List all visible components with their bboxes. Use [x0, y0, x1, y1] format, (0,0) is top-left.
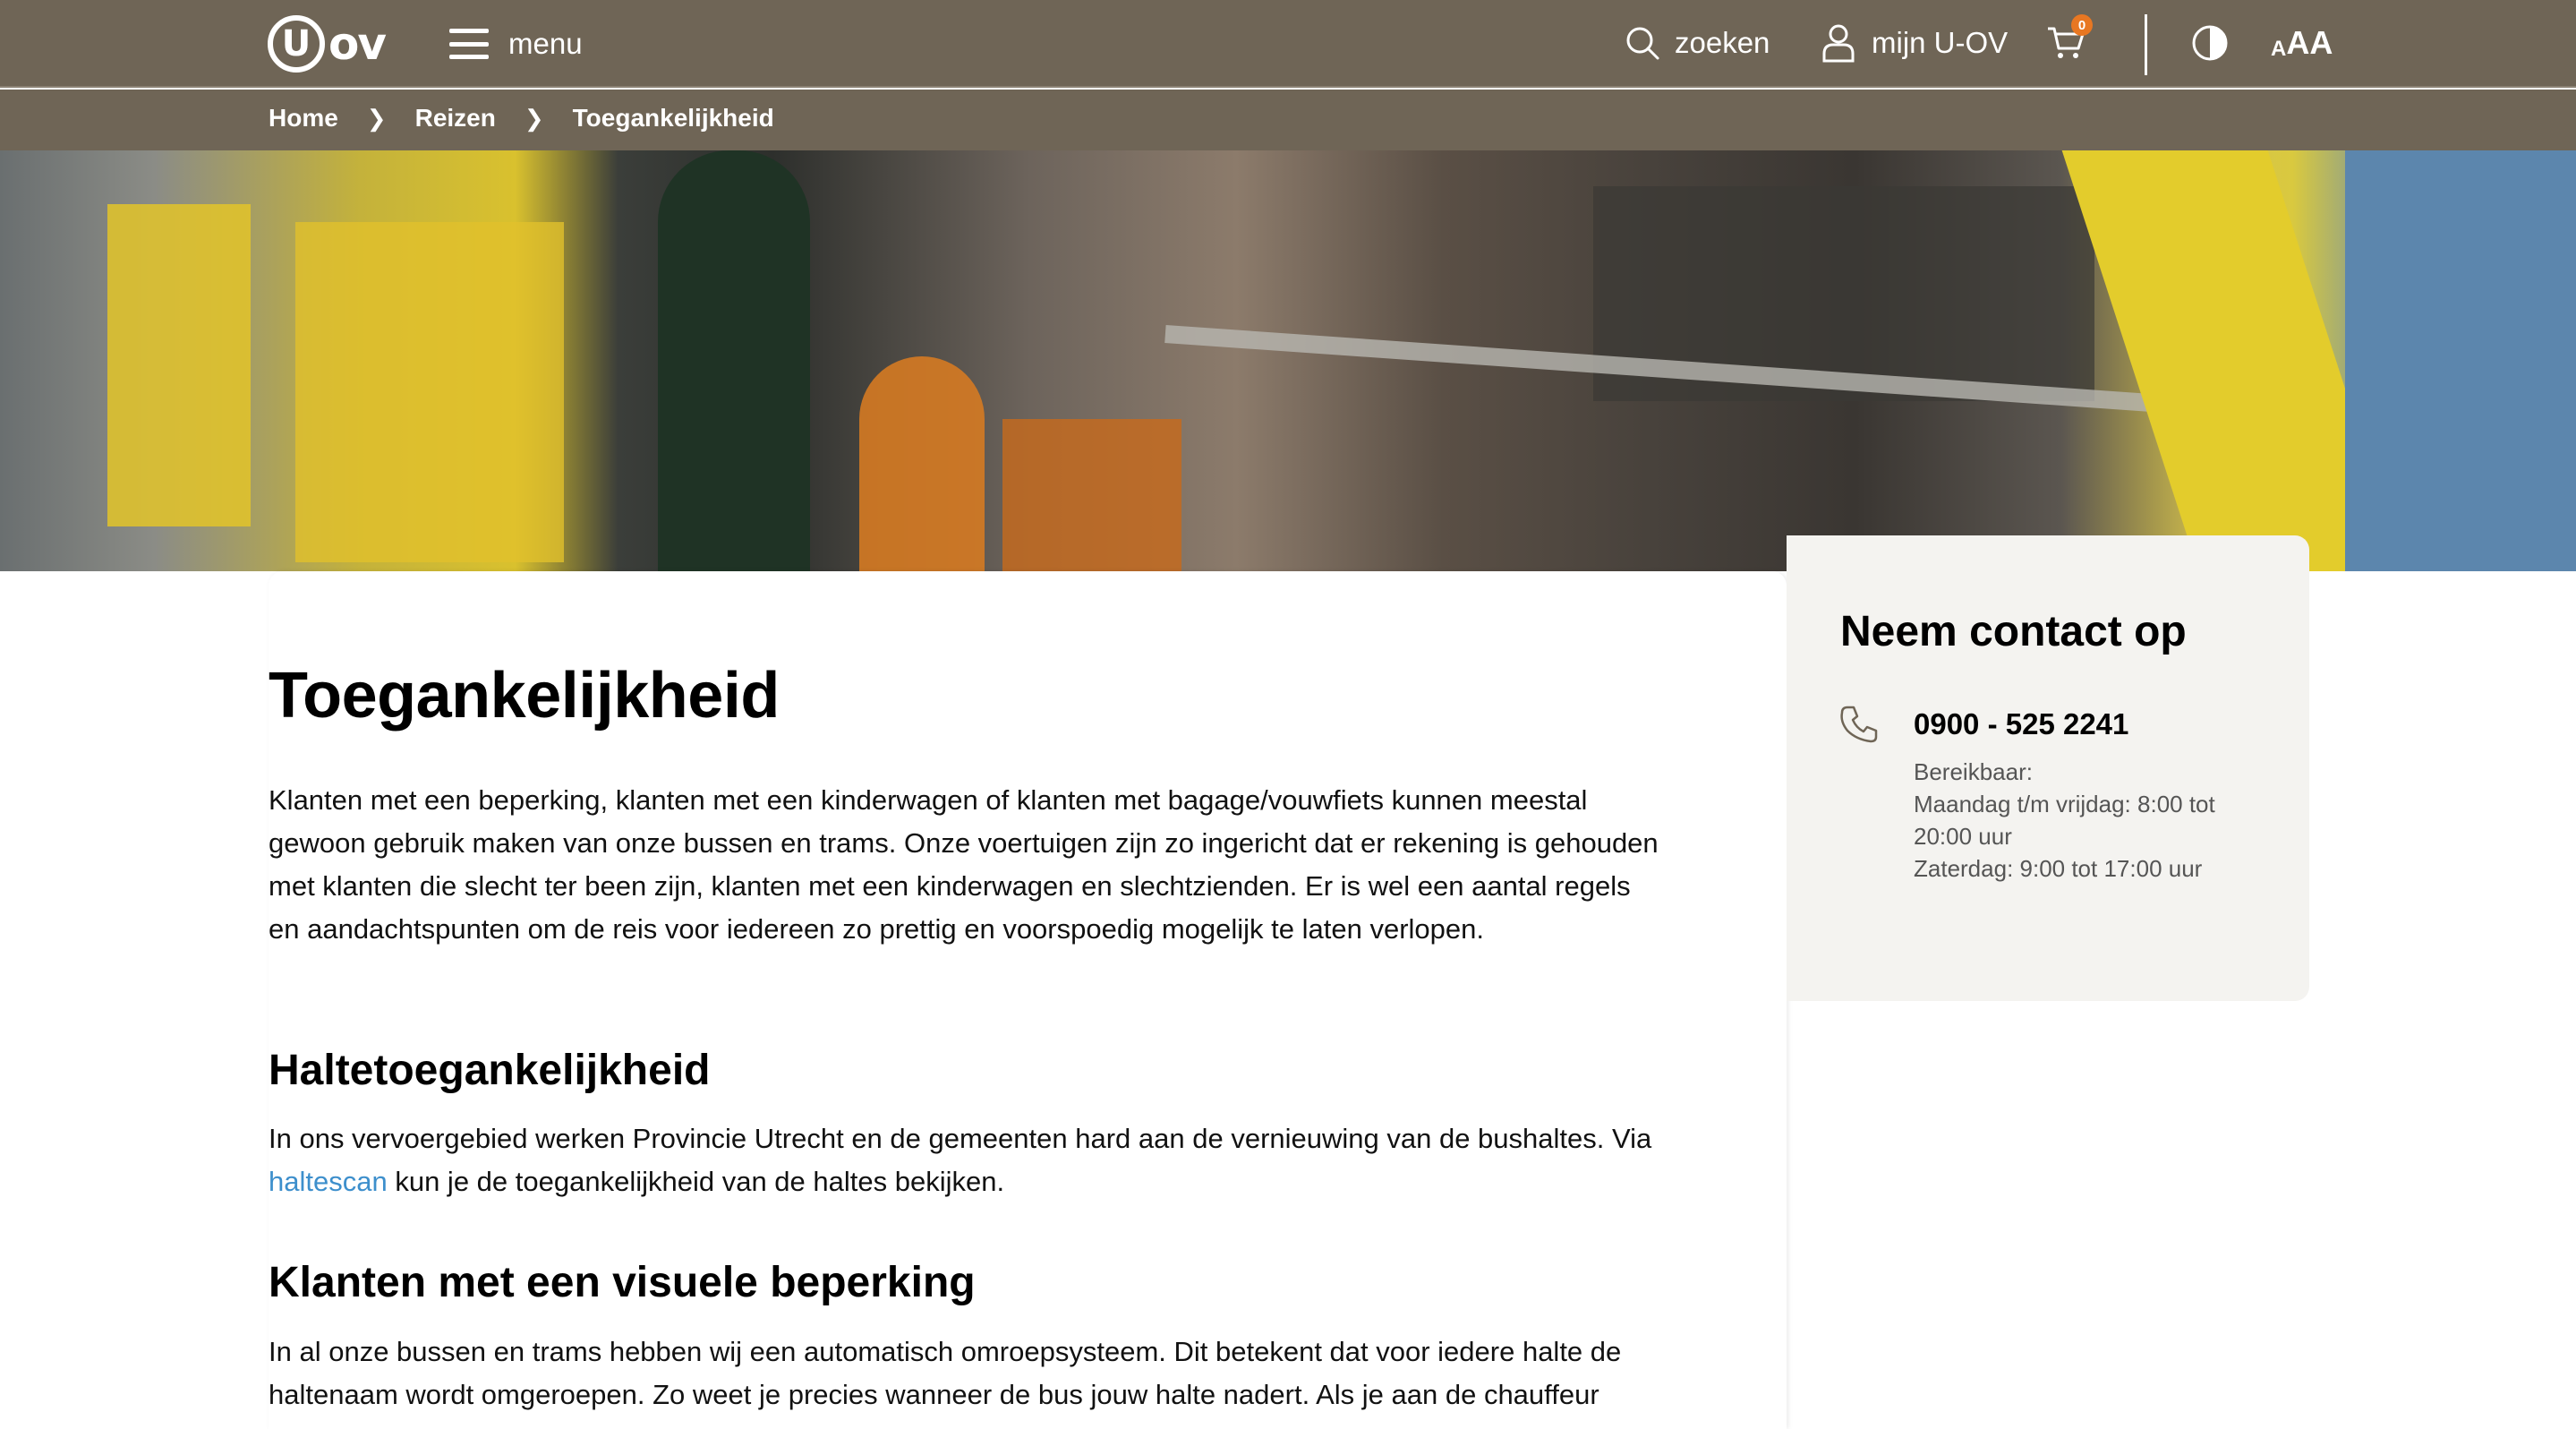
chevron-right-icon: ❯: [366, 104, 387, 132]
section-heading-visual: Klanten met een visuele beperking: [269, 1259, 976, 1306]
contact-title: Neem contact op: [1840, 608, 2187, 655]
logo-ov-text: ov: [328, 18, 387, 70]
hero-image: [0, 150, 2576, 571]
haltescan-link[interactable]: haltescan: [269, 1166, 388, 1197]
hero-tram-doors: [295, 222, 564, 562]
cart-count-badge: 0: [2071, 14, 2093, 36]
intro-paragraph: Klanten met een beperking, klanten met e…: [269, 784, 1659, 945]
account-label: mijn U-OV: [1872, 26, 2009, 59]
breadcrumb-current: Toegankelijkheid: [572, 104, 774, 132]
hours-label: Bereikbaar:: [1914, 758, 2033, 785]
contrast-toggle[interactable]: [2191, 14, 2231, 72]
breadcrumb-home[interactable]: Home: [269, 104, 338, 133]
hero-tram-left: [107, 204, 251, 526]
breadcrumb-bar: Home ❯ Reizen ❯ Toegankelijkheid: [0, 90, 2576, 150]
hours-weekdays: Maandag t/m vrijdag: 8:00 tot 20:00 uur: [1914, 791, 2215, 850]
hero-tram-logo: [859, 356, 985, 571]
breadcrumb-reizen[interactable]: Reizen: [415, 104, 496, 133]
section-heading-halte: Haltetoegankelijkheid: [269, 1047, 711, 1094]
halte-text-before: In ons vervoergebied werken Provincie Ut…: [269, 1123, 1652, 1154]
halte-paragraph: In ons vervoergebied werken Provincie Ut…: [269, 1117, 1665, 1203]
phone-icon: [1840, 706, 1878, 743]
top-header: U ov menu zoeken mijn U-OV 0 A AA: [0, 0, 2576, 88]
u-ov-logo[interactable]: U ov: [268, 15, 400, 73]
hamburger-icon: [449, 29, 489, 59]
opening-hours: Bereikbaar: Maandag t/m vrijdag: 8:00 to…: [1914, 756, 2272, 885]
header-divider: [2145, 14, 2147, 75]
breadcrumb: Home ❯ Reizen ❯ Toegankelijkheid: [269, 104, 774, 133]
chevron-right-icon: ❯: [524, 104, 544, 132]
hero-tram-blue: [2345, 150, 2576, 571]
text-size-label: AA: [2286, 24, 2333, 61]
halte-text-after: kun je de toegankelijkheid van de haltes…: [387, 1166, 1005, 1197]
hero-person: [658, 150, 810, 571]
account-button[interactable]: mijn U-OV: [1821, 14, 2008, 72]
menu-label: menu: [508, 27, 583, 60]
text-size-icon: A AA: [2271, 24, 2333, 61]
contrast-icon: [2192, 25, 2228, 61]
hero-tram-display: [1002, 419, 1181, 571]
search-label: zoeken: [1675, 26, 1770, 59]
search-button[interactable]: zoeken: [1625, 14, 1770, 72]
user-icon: [1822, 24, 1855, 63]
phone-number[interactable]: 0900 - 525 2241: [1914, 707, 2128, 741]
logo-u-mark: U: [268, 15, 325, 73]
visual-paragraph: In al onze bussen en trams hebben wij ee…: [269, 1336, 1622, 1410]
menu-button[interactable]: menu: [449, 23, 583, 64]
hours-saturday: Zaterdag: 9:00 tot 17:00 uur: [1914, 855, 2203, 882]
page-title: Toegankelijkheid: [269, 660, 780, 732]
text-size-button[interactable]: A AA: [2271, 14, 2333, 72]
search-icon: [1626, 27, 1659, 60]
